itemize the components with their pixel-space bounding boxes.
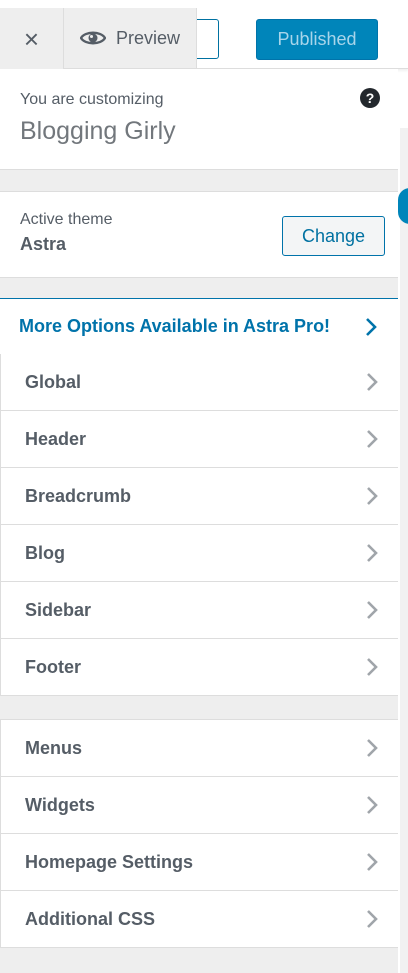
preview-label: Preview [116,27,181,48]
customizing-label: You are customizing [20,91,164,108]
help-icon[interactable]: ? [360,88,380,108]
panel-homepage-settings[interactable]: Homepage Settings [1,834,398,891]
astra-pro-label: More Options Available in Astra Pro! [19,316,331,336]
panel-additional-css[interactable]: Additional CSS [1,891,398,948]
change-theme-button[interactable]: Change [282,216,385,256]
active-theme-label: Active theme [20,211,113,228]
close-button[interactable]: × [0,8,64,69]
chevron-right-icon [366,318,377,336]
panel-label: Blog [25,542,65,563]
eye-icon [80,31,106,45]
panel-global[interactable]: Global [1,354,398,411]
chevron-right-icon [367,373,378,391]
panel-blog[interactable]: Blog [1,525,398,582]
astra-pro-link[interactable]: More Options Available in Astra Pro! [0,298,398,355]
panel-label: Breadcrumb [25,485,132,506]
preview-strip [400,128,408,973]
chevron-right-icon [367,658,378,676]
chevron-right-icon [367,544,378,562]
panel-label: Sidebar [25,599,92,620]
panel-menus[interactable]: Menus [1,720,398,777]
chevron-right-icon [367,487,378,505]
panel-footer[interactable]: Footer [1,639,398,696]
chevron-right-icon [367,430,378,448]
panel-widgets[interactable]: Widgets [1,777,398,834]
customizer-header: × Preview Published [0,0,408,69]
panel-label: Widgets [25,794,95,815]
site-title: Blogging Girly [20,117,176,145]
preview-button[interactable]: Preview [64,8,197,68]
panel-header[interactable]: Header [1,411,398,468]
customize-info: You are customizing Blogging Girly ? [0,69,398,170]
panel-list: Global Header Breadcrumb Blog Sidebar Fo… [0,354,398,696]
panel-label: Menus [25,737,83,758]
chevron-right-icon [367,601,378,619]
panel-list-secondary: Menus Widgets Homepage Settings Addition… [0,719,398,948]
edit-pencil-icon[interactable] [398,188,408,224]
publish-button[interactable]: Published [256,19,378,60]
panel-label: Header [25,428,87,449]
panel-label: Footer [25,656,81,677]
chevron-right-icon [367,739,378,757]
customizer-root: × Preview Published You are customizing … [0,0,408,973]
chevron-right-icon [367,796,378,814]
panel-label: Global [25,371,82,392]
panel-label: Homepage Settings [25,851,194,872]
site-preview-edge [398,0,408,973]
active-theme-name: Astra [20,234,67,254]
active-theme-section: Active theme Astra Change [0,191,398,278]
panel-sidebar[interactable]: Sidebar [1,582,398,639]
customizer-sidebar: × Preview Published You are customizing … [0,0,408,973]
chevron-right-icon [367,910,378,928]
panel-label: Additional CSS [25,908,155,929]
panel-breadcrumb[interactable]: Breadcrumb [1,468,398,525]
chevron-right-icon [367,853,378,871]
close-icon: × [23,23,40,54]
